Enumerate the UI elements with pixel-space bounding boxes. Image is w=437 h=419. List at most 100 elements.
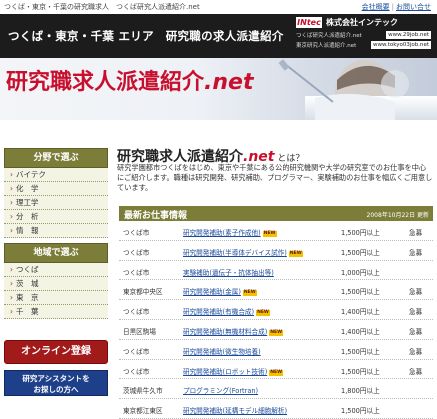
table-row[interactable]: 茨城県牛久市 プログラミング(Fortran) 1,800円以上 (119, 379, 433, 400)
sidebar-item-chiba[interactable]: › 千 葉 (4, 305, 108, 319)
link-separator: | (391, 3, 394, 11)
job-title-link[interactable]: 研究開発補助(半導体デバイス試作) NEW (183, 247, 303, 257)
sidebar-item-label: バイテク (16, 170, 46, 179)
sidebar-item-label: 茨 城 (16, 279, 39, 288)
sidebar-item-chemistry[interactable]: › 化 学 (4, 182, 108, 196)
job-salary: 1,500円以上 (341, 248, 380, 257)
new-badge: NEW (262, 231, 277, 237)
job-location: 日黒区駒場 (123, 327, 156, 336)
assistant-line-2: お探しの方へ (33, 385, 79, 394)
job-location: つくば市 (123, 367, 150, 376)
hero-banner: 研究職求人派遣紹介.net (0, 58, 437, 120)
table-row[interactable]: 東京都中央区 研究開発補助(金属) NEW 1,500円以上 急募 (119, 280, 433, 301)
job-status: 急募 (409, 347, 423, 356)
job-salary: 1,000円以上 (341, 268, 380, 277)
sidebar-item-biotech[interactable]: › バイテク (4, 168, 108, 182)
jobs-header: 最新お仕事情報 2008年10月22日 更新 (119, 206, 433, 221)
hero-title: 研究職求人派遣紹介.net (6, 64, 253, 96)
hero-title-main: 研究職求人派遣紹介 (6, 70, 205, 95)
job-title-text: 研究開発補助(素子作成他) (183, 229, 261, 237)
job-salary: 1,500円以上 (341, 288, 380, 297)
site-link-tokyo[interactable]: 東京研究人派遣紹介.net www.tokyo03job.net (296, 41, 431, 50)
arrow-icon: › (10, 212, 13, 221)
job-location: 東京都中央区 (123, 288, 163, 297)
assistant-search-button[interactable]: 研究アシスタントを お探しの方へ (4, 370, 108, 396)
job-location: つくば市 (123, 308, 150, 317)
job-title-link[interactable]: 研究開発補助(ロボット技術) NEW (183, 366, 284, 376)
arrow-icon: › (10, 279, 13, 288)
new-badge: NEW (269, 329, 284, 336)
job-status: 急募 (409, 308, 423, 317)
job-salary: 1,800円以上 (341, 387, 380, 396)
table-row[interactable]: つくば市 研究開発補助(微生物培養) 1,500円以上 急募 (119, 340, 433, 360)
online-register-button[interactable]: オンライン登録 (4, 340, 108, 364)
job-title-link[interactable]: プログラミング(Fortran) (183, 385, 258, 395)
site-link-tsukuba[interactable]: つくば研究人派遣紹介.net www.29job.net (296, 31, 431, 40)
sidebar-item-engineering[interactable]: › 理工学 (4, 196, 108, 210)
table-row[interactable]: つくば市 研究開発補助(有機合成) NEW 1,400円以上 急募 (119, 300, 433, 320)
arrow-icon: › (10, 170, 13, 179)
intro-body: 研究学園都市つくばをはじめ、東京や千葉にある公的研究機関や大学の研究室でのお仕事… (117, 163, 433, 192)
job-title-link[interactable]: 研究開発補助(金属) NEW (183, 286, 257, 297)
table-row[interactable]: つくば市 実験補助(遺伝子・抗体抽出等) 1,000円以上 (119, 261, 433, 281)
company-name: 株式会社インテック (326, 18, 398, 27)
site-label: つくば研究人派遣紹介.net (296, 33, 362, 39)
sidebar-item-label: 化 学 (16, 184, 39, 193)
sidebar-item-label: 千 葉 (16, 307, 39, 316)
table-row[interactable]: つくば市 研究開発補助(素子作成他) NEW 1,500円以上 急募 (119, 221, 433, 241)
company-logo[interactable]: INtec (296, 17, 322, 28)
new-badge: NEW (256, 310, 270, 317)
top-links: 会社概要 | お問い合せ (362, 2, 431, 12)
job-status: 急募 (409, 367, 423, 376)
jobs-box: 最新お仕事情報 2008年10月22日 更新 つくば市 研究開発補助(素子作成他)… (119, 206, 433, 419)
arrow-icon: › (10, 307, 13, 316)
table-row[interactable]: つくば市 研究開発補助(半導体デバイス試作) NEW 1,500円以上 急募 (119, 241, 433, 261)
researcher-photo (278, 59, 437, 120)
sidebar-item-tokyo[interactable]: › 東 京 (4, 291, 108, 305)
main-content: 研究職求人派遣紹介.net とは？ 研究学園都市つくばをはじめ、東京や千葉にある… (117, 120, 437, 419)
sidebar-item-analysis[interactable]: › 分 析 (4, 210, 108, 224)
job-location: 東京都江東区 (123, 407, 163, 416)
job-title-link[interactable]: 研究開発補助(無機材料合成) NEW (183, 326, 284, 336)
job-location: つくば市 (123, 248, 150, 257)
table-row[interactable]: 東京都江東区 研究開発補助(延構モデル細胞解析) 1,500円以上 (119, 399, 433, 419)
arrow-icon: › (10, 198, 13, 207)
job-title-link[interactable]: 研究開発補助(有機合成) NEW (183, 306, 270, 317)
jobs-updated-date: 2008年10月22日 更新 (366, 212, 429, 219)
site-tagline: つくば・東京・千葉の研究職求人 つくば研究人派遣紹介.net (4, 3, 200, 11)
job-location: つくば市 (123, 347, 150, 356)
job-title-text: 研究開発補助(ロボット技術) (183, 367, 268, 376)
job-title-text: 研究開発補助(有機合成) (183, 308, 255, 317)
sidebar-item-label: 分 析 (16, 212, 39, 221)
arrow-icon: › (10, 293, 13, 302)
job-status: 急募 (409, 248, 423, 257)
job-title-link[interactable]: 研究開発補助(素子作成他) NEW (183, 227, 277, 237)
field-heading: 分野で選ぶ (4, 148, 108, 168)
job-title-link[interactable]: 研究開発補助(延構モデル細胞解析) (183, 405, 287, 415)
company-overview-link[interactable]: 会社概要 (362, 3, 390, 11)
sidebar-item-tsukuba[interactable]: › つくば (4, 263, 108, 277)
job-title-link[interactable]: 実験補助(遺伝子・抗体抽出等) (183, 267, 274, 277)
header-band: つくば・東京・千葉 エリア 研究職の求人派遣紹介 INtec 株式会社インテック… (0, 14, 437, 58)
job-title-text: 実験補助(遺伝子・抗体抽出等) (183, 268, 274, 277)
job-title-text: 研究開発補助(延構モデル細胞解析) (183, 407, 288, 416)
header-title: つくば・東京・千葉 エリア 研究職の求人派遣紹介 (8, 29, 284, 43)
table-row[interactable]: つくば市 研究開発補助(ロボット技術) NEW 1,500円以上 急募 (119, 360, 433, 380)
job-title-text: プログラミング(Fortran) (183, 387, 259, 396)
table-row[interactable]: 日黒区駒場 研究開発補助(無機材料合成) NEW 1,400円以上 急募 (119, 320, 433, 340)
site-label: 東京研究人派遣紹介.net (296, 43, 357, 49)
site-url[interactable]: www.tokyo03job.net (370, 41, 431, 49)
job-title-text: 研究開発補助(無機材料合成) (183, 327, 268, 336)
sidebar-item-label: 東 京 (16, 293, 39, 302)
field-list: › バイテク › 化 学 › 理工学 › 分 析 › 情 報 (4, 168, 108, 238)
contact-link[interactable]: お問い合せ (396, 3, 431, 11)
sidebar-item-ibaraki[interactable]: › 茨 城 (4, 277, 108, 291)
arrow-icon: › (10, 226, 13, 235)
job-title-link[interactable]: 研究開発補助(微生物培養) (183, 346, 261, 356)
job-salary: 1,500円以上 (341, 229, 380, 237)
job-location: つくば市 (123, 268, 150, 277)
sidebar-item-label: 情 報 (16, 226, 39, 235)
job-status: 急募 (409, 288, 423, 297)
site-url[interactable]: www.29job.net (386, 31, 431, 39)
sidebar-item-it[interactable]: › 情 報 (4, 224, 108, 238)
